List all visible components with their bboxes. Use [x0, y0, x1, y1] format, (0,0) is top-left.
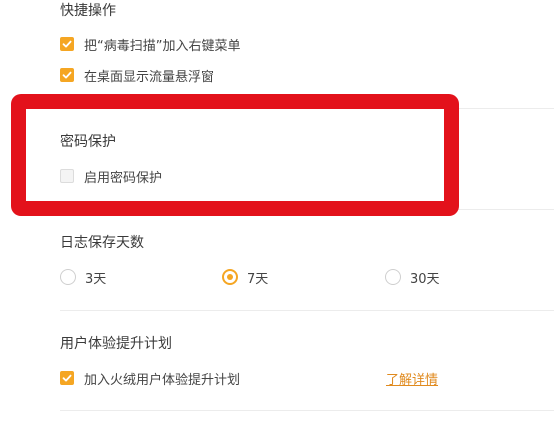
radio-label: 7天: [247, 271, 269, 287]
checkbox-label: 把“病毒扫描”加入右键菜单: [84, 38, 241, 54]
radio-unselected-icon[interactable]: [60, 269, 76, 285]
learn-more-link[interactable]: 了解详情: [386, 369, 438, 388]
checkbox-row-join-ux-program[interactable]: 加入火绒用户体验提升计划: [60, 369, 241, 388]
radio-option-7-days[interactable]: 7天: [222, 268, 269, 287]
section-title-password-protection: 密码保护: [60, 134, 116, 150]
section-divider: [60, 209, 554, 210]
checkbox-checked-icon[interactable]: [60, 68, 74, 82]
radio-label: 30天: [410, 271, 440, 287]
checkbox-label: 加入火绒用户体验提升计划: [84, 372, 241, 388]
section-title-ux-program: 用户体验提升计划: [60, 336, 172, 352]
checkbox-label: 启用密码保护: [84, 170, 163, 186]
radio-option-3-days[interactable]: 3天: [60, 268, 107, 287]
section-divider: [60, 410, 554, 411]
checkbox-unchecked-icon[interactable]: [60, 169, 74, 183]
checkbox-row-virus-scan-context-menu[interactable]: 把“病毒扫描”加入右键菜单: [60, 35, 241, 54]
section-title-log-retention: 日志保存天数: [60, 235, 144, 251]
radio-selected-icon[interactable]: [222, 269, 238, 285]
section-divider: [60, 310, 554, 311]
checkbox-row-enable-password[interactable]: 启用密码保护: [60, 167, 163, 186]
section-title-quick-actions: 快捷操作: [60, 3, 116, 19]
highlight-box: [11, 94, 459, 216]
radio-option-30-days[interactable]: 30天: [385, 268, 440, 287]
checkbox-checked-icon[interactable]: [60, 37, 74, 51]
radio-unselected-icon[interactable]: [385, 269, 401, 285]
checkbox-row-traffic-float-window[interactable]: 在桌面显示流量悬浮窗: [60, 66, 215, 85]
radio-label: 3天: [85, 271, 107, 287]
checkbox-checked-icon[interactable]: [60, 371, 74, 385]
checkbox-label: 在桌面显示流量悬浮窗: [84, 69, 215, 85]
section-divider: [60, 108, 554, 109]
